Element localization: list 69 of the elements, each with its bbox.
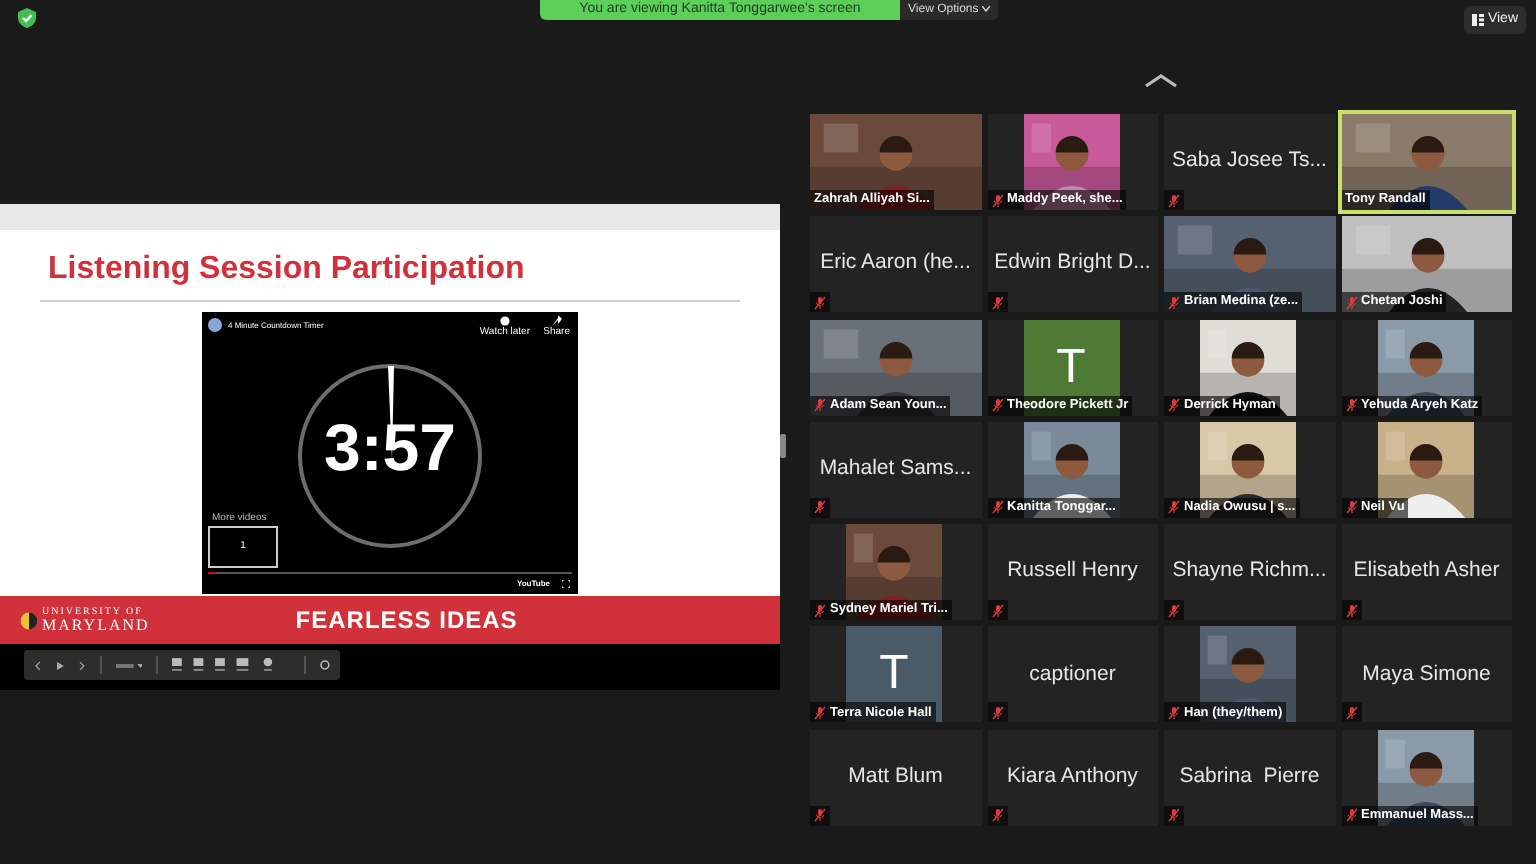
participant-name: Maya Simone [1362, 659, 1491, 690]
dropdown-icon[interactable] [115, 661, 143, 669]
avatar-letter: T [879, 644, 909, 705]
muted-mic-icon [1345, 808, 1357, 823]
muted-mic-icon [991, 500, 1003, 515]
grid-icon [1471, 14, 1484, 26]
video-tile[interactable]: Sabrina Pierre [1164, 729, 1335, 826]
participant-name: captioner [1029, 659, 1116, 690]
muted-mic-icon [1345, 398, 1357, 413]
participant-name: Edwin Bright D... [994, 248, 1151, 279]
video-tile[interactable]: Kiara Anthony [987, 729, 1158, 826]
participant-name: Matt Blum [848, 761, 943, 792]
shield-logo-icon [20, 611, 38, 629]
muted-mic-icon [1345, 295, 1357, 310]
muted-mic-icon [1168, 603, 1180, 618]
video-tile[interactable]: Russell Henry [987, 524, 1158, 621]
video-tile[interactable]: Matt Blum [810, 729, 981, 826]
panel-divider-handle[interactable] [780, 434, 786, 458]
video-tile[interactable]: Eric Aaron (he... [810, 216, 981, 313]
muted-mic-icon [814, 500, 826, 515]
video-tile[interactable]: captioner [987, 626, 1158, 723]
video-tile[interactable]: Edwin Bright D... [987, 216, 1158, 313]
slide-title: Listening Session Participation [48, 252, 527, 288]
muted-mic-icon [1345, 603, 1357, 618]
participant-name: Sabrina Pierre [1179, 761, 1320, 792]
slide-toolbar[interactable] [24, 650, 340, 680]
muted-mic-icon [1168, 193, 1180, 207]
muted-mic-icon [991, 603, 1003, 618]
video-tile[interactable]: Shayne Richm... [1164, 524, 1335, 621]
participant-name: Saba Josee Ts... [1172, 146, 1327, 177]
muted-mic-icon [1168, 500, 1180, 515]
countdown-time: 3:57 [321, 412, 459, 484]
settings-icon[interactable] [320, 660, 331, 670]
logo-text: MARYLAND [42, 620, 150, 632]
video-tile[interactable]: Mahalet Sams... [810, 421, 981, 518]
participant-name: Kiara Anthony [1007, 761, 1138, 792]
tagline: FEARLESS IDEAS [295, 604, 518, 638]
muted-mic-icon [991, 808, 1003, 823]
muted-mic-icon [991, 398, 1003, 413]
chevron-up-icon[interactable] [1144, 74, 1178, 88]
participant-name: Eric Aaron (he... [820, 248, 971, 279]
video-tile[interactable]: Saba Josee Ts... [1164, 114, 1335, 210]
muted-mic-icon [814, 705, 826, 720]
back-icon[interactable] [34, 661, 42, 669]
muted-mic-icon [991, 705, 1003, 720]
muted-mic-icon [1168, 295, 1180, 310]
muted-mic-icon [991, 295, 1003, 310]
participant-name: Elisabeth Asher [1353, 556, 1500, 587]
shield-icon[interactable] [18, 8, 36, 28]
play-icon[interactable] [55, 661, 64, 669]
fullscreen-icon[interactable] [562, 580, 570, 588]
share-icon[interactable] [551, 316, 562, 326]
participant-name: Shayne Richm... [1172, 556, 1327, 587]
channel-avatar [208, 318, 222, 332]
video-tile[interactable]: Maya Simone [1341, 626, 1512, 723]
muted-mic-icon [991, 193, 1003, 207]
muted-mic-icon [1345, 705, 1357, 720]
video-tile[interactable]: Elisabeth Asher [1341, 524, 1512, 621]
muted-mic-icon [814, 603, 826, 618]
muted-mic-icon [814, 398, 826, 413]
muted-mic-icon [814, 808, 826, 823]
muted-mic-icon [1168, 398, 1180, 413]
caret-icon [981, 5, 990, 12]
muted-mic-icon [1345, 500, 1357, 515]
muted-mic-icon [1168, 705, 1180, 720]
participant-name: Mahalet Sams... [819, 454, 972, 485]
muted-mic-icon [1168, 808, 1180, 823]
muted-mic-icon [814, 295, 826, 310]
participant-name: Russell Henry [1007, 556, 1138, 587]
